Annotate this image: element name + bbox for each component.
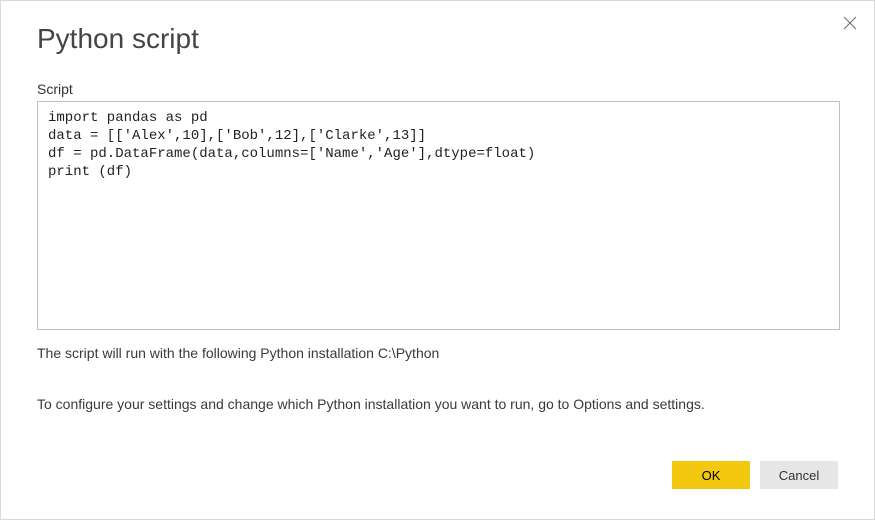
close-icon xyxy=(843,16,857,30)
dialog-buttons: OK Cancel xyxy=(672,461,838,489)
python-script-dialog: Python script Script The script will run… xyxy=(0,0,875,520)
close-button[interactable] xyxy=(840,13,860,33)
ok-button[interactable]: OK xyxy=(672,461,750,489)
cancel-button[interactable]: Cancel xyxy=(760,461,838,489)
dialog-title: Python script xyxy=(37,23,199,55)
configure-note: To configure your settings and change wh… xyxy=(37,396,705,412)
script-input[interactable] xyxy=(37,101,840,330)
installation-note: The script will run with the following P… xyxy=(37,345,439,361)
script-label: Script xyxy=(37,81,73,97)
